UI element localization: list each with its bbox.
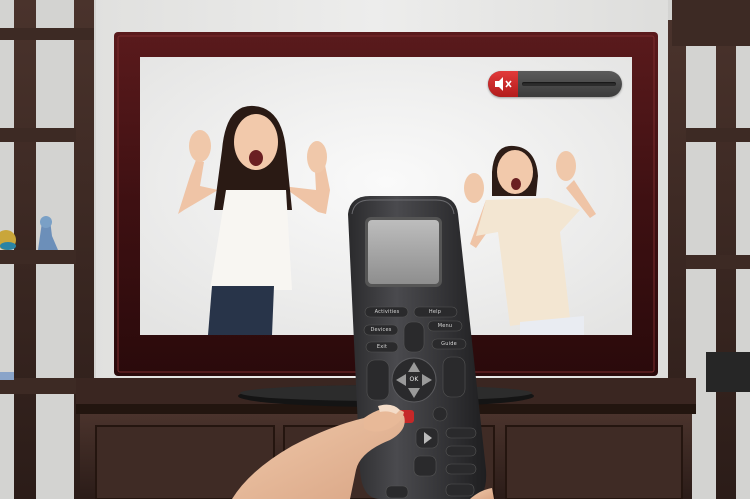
- exit-button: Exit: [376, 344, 388, 350]
- volume-track: [522, 82, 616, 86]
- menu-button: Menu: [437, 323, 453, 329]
- ok-button: OK: [409, 376, 419, 383]
- activities-button: Activities: [374, 309, 400, 315]
- help-button: Help: [428, 309, 442, 315]
- living-room-photo: Activities Help Devices Menu Exit Guide …: [0, 0, 750, 499]
- devices-button: Devices: [370, 327, 392, 333]
- mute-indicator: [488, 71, 518, 97]
- scene-illustration: [0, 0, 750, 499]
- remote-lcd-screen: [368, 220, 439, 284]
- mute-volume-osd: [488, 71, 622, 97]
- guide-button: Guide: [441, 341, 457, 347]
